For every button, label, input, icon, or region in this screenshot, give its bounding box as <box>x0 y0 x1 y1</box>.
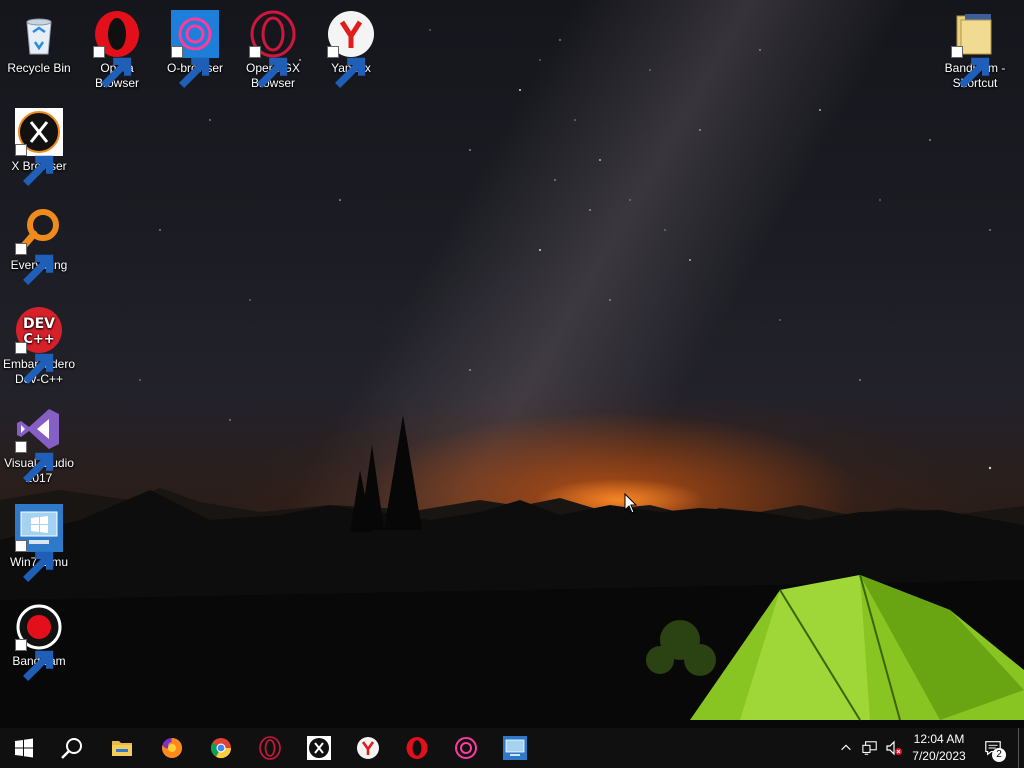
win7-simu-icon <box>503 736 527 760</box>
yandex-icon <box>357 737 379 759</box>
opera-gx-browser-shortcut[interactable]: Opera GX Browser <box>234 4 312 91</box>
taskbar-chrome[interactable] <box>197 728 245 768</box>
taskbar-o-browser[interactable] <box>442 728 490 768</box>
recycle-bin-shortcut[interactable]: Recycle Bin <box>0 4 78 76</box>
shortcut-arrow-icon <box>93 46 132 88</box>
show-hidden-icons-button[interactable] <box>836 736 856 760</box>
system-clock[interactable]: 12:04 AM 7/20/2023 <box>898 731 980 765</box>
taskbar-firefox[interactable] <box>148 728 196 768</box>
file-explorer-icon <box>112 741 132 756</box>
x-browser-icon <box>307 736 331 760</box>
taskbar-opera-gx[interactable] <box>246 728 294 768</box>
taskbar-file-explorer[interactable] <box>98 728 146 768</box>
recycle-bin-label: Recycle Bin <box>7 61 71 75</box>
bandicam-app-shortcut[interactable]: Bandicam <box>0 597 78 681</box>
network-icon <box>862 741 877 755</box>
start-icon <box>15 738 33 758</box>
svg-text:DEV: DEV <box>23 316 55 332</box>
recycle-bin-icon <box>26 18 52 55</box>
o-browser-icon <box>455 737 477 759</box>
chevron-up-icon <box>841 744 851 751</box>
visual-studio-2017-shortcut[interactable]: Visual Studio 2017 <box>0 399 78 486</box>
taskbar-yandex[interactable] <box>344 728 392 768</box>
shortcut-arrow-icon <box>15 540 54 582</box>
search-icon <box>61 738 82 759</box>
yandex-shortcut[interactable]: Yandex <box>312 4 390 88</box>
clock-time: 12:04 AM <box>913 732 965 746</box>
show-desktop-button[interactable] <box>1018 728 1024 768</box>
everything-shortcut[interactable]: Everything <box>0 201 78 285</box>
desktop-background <box>0 0 1024 728</box>
shortcut-arrow-icon <box>951 46 990 88</box>
taskbar-x-browser[interactable] <box>295 728 343 768</box>
search-button[interactable] <box>48 728 96 768</box>
opera-gx-icon <box>259 736 281 760</box>
taskbar-opera[interactable] <box>393 728 441 768</box>
opera-browser-shortcut[interactable]: Opera Browser <box>78 4 156 91</box>
shortcut-arrow-icon <box>15 342 54 384</box>
taskbar: 12:04 AM 7/20/2023 2 <box>0 728 1024 768</box>
clock-date: 7/20/2023 <box>912 749 966 763</box>
firefox-icon <box>162 737 183 758</box>
mouse-cursor-icon <box>624 493 638 514</box>
shortcut-arrow-icon <box>327 46 366 88</box>
shortcut-arrow-icon <box>249 46 288 88</box>
shortcut-arrow-icon <box>171 46 210 88</box>
shortcut-arrow-icon <box>15 243 54 285</box>
bandicam-shortcut-folder[interactable]: Bandicam - Shortcut <box>936 4 1014 91</box>
x-browser-shortcut[interactable]: X Browser <box>0 102 78 186</box>
mountain-landscape <box>0 415 1024 728</box>
notification-count-badge: 2 <box>992 748 1006 762</box>
chrome-icon <box>210 738 232 759</box>
shortcut-arrow-icon <box>15 144 54 186</box>
shortcut-arrow-icon <box>15 639 54 681</box>
embarcadero-devcpp-shortcut[interactable]: DEV C++ Embarcadero Dev-C++ <box>0 300 78 387</box>
taskbar-win7-simu[interactable] <box>491 728 539 768</box>
network-tray-button[interactable] <box>860 736 880 760</box>
shortcut-arrow-icon <box>15 441 54 483</box>
win7-simu-shortcut[interactable]: Win7 Simu <box>0 498 78 582</box>
start-button[interactable] <box>0 728 48 768</box>
o-browser-shortcut[interactable]: O-browser <box>156 4 234 88</box>
opera-icon <box>406 737 428 759</box>
